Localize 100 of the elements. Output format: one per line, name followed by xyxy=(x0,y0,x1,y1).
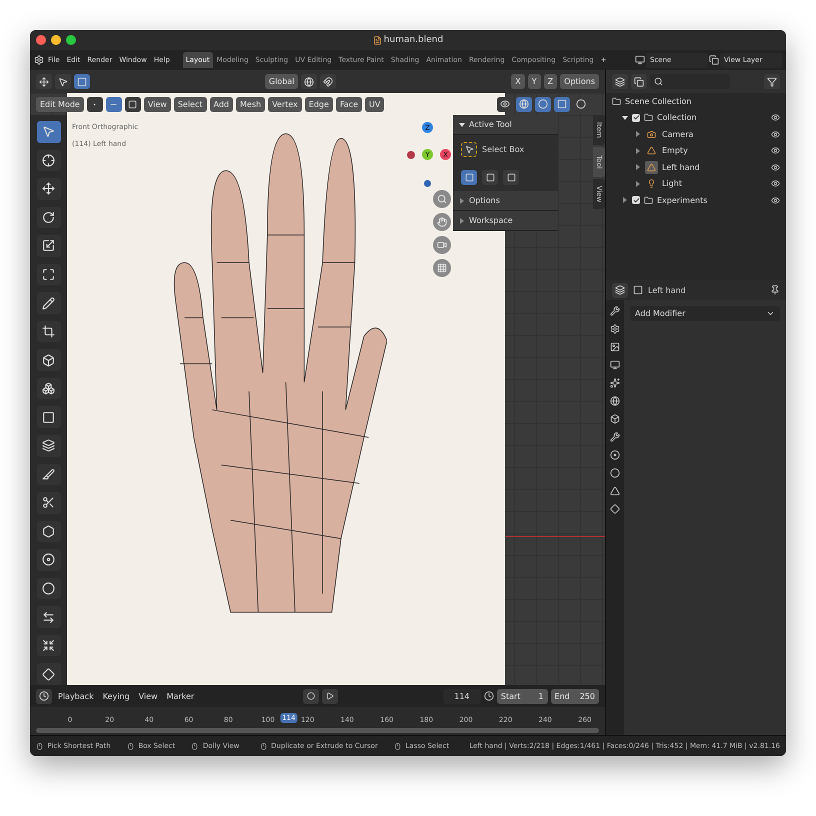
outliner-item[interactable]: Light xyxy=(662,179,767,188)
current-frame-field[interactable]: 114 xyxy=(442,688,481,704)
outliner-item[interactable]: Empty xyxy=(662,146,767,156)
checkbox[interactable] xyxy=(632,114,640,122)
viewport-menu[interactable]: Edge xyxy=(304,96,333,112)
mouse-icon xyxy=(260,742,268,750)
visibility-icon[interactable] xyxy=(771,113,780,122)
move-tool-icon xyxy=(42,182,55,196)
checkbox[interactable] xyxy=(632,196,640,204)
edge-slide-tool-button[interactable] xyxy=(36,606,60,628)
layers-icon xyxy=(615,76,625,86)
visibility-icon[interactable] xyxy=(771,179,780,188)
panel-header[interactable]: Options xyxy=(453,191,558,211)
outliner-item[interactable]: Scene Collection xyxy=(625,96,780,106)
timeline-scrollbar[interactable] xyxy=(36,728,599,733)
select-tool-button[interactable] xyxy=(55,74,71,89)
viewport-menu[interactable]: View xyxy=(144,96,171,112)
mirror-axis-toggle[interactable]: X xyxy=(511,74,525,89)
display-mode-button[interactable] xyxy=(631,74,647,89)
outliner-item[interactable]: Left hand xyxy=(662,162,767,172)
orientation-dropdown[interactable]: Global xyxy=(264,74,298,89)
select-mode-button[interactable] xyxy=(74,74,90,89)
timeline-menu[interactable]: Keying xyxy=(100,692,133,700)
expand-toggle[interactable] xyxy=(636,148,640,154)
snap-button[interactable] xyxy=(320,74,336,89)
tool-icon[interactable] xyxy=(610,306,620,316)
cursor-tool-button[interactable] xyxy=(36,150,60,172)
visibility-icon[interactable] xyxy=(771,130,780,139)
close-button[interactable] xyxy=(36,35,46,45)
pointer-icon xyxy=(58,76,68,86)
visibility-icon[interactable] xyxy=(771,146,780,156)
circle-icon xyxy=(538,99,548,109)
outliner-item[interactable]: Collection xyxy=(657,113,767,122)
visibility-button[interactable] xyxy=(497,96,513,112)
search-icon xyxy=(437,194,447,204)
expand-toggle[interactable] xyxy=(636,180,640,187)
transform-tool-icon xyxy=(42,268,55,281)
play-icon xyxy=(326,692,334,700)
xray-button[interactable] xyxy=(554,96,570,112)
collection-icon xyxy=(612,96,621,106)
timeline-menu[interactable]: View xyxy=(136,692,161,700)
collection-icon xyxy=(644,113,653,122)
transform-tool-button[interactable] xyxy=(36,264,60,286)
annotate-tool-button[interactable] xyxy=(36,292,60,314)
select-tool-button[interactable] xyxy=(36,121,60,143)
editor-type-button[interactable] xyxy=(36,74,52,89)
panel-header[interactable]: Active Tool xyxy=(453,115,558,135)
knife-tool-button[interactable] xyxy=(36,492,60,514)
timeline-menu[interactable]: Playback xyxy=(55,692,97,700)
select-mode-button[interactable] xyxy=(482,170,498,184)
modifier-icon[interactable] xyxy=(610,432,620,442)
select-mode-button[interactable] xyxy=(503,170,519,184)
viewport-menu[interactable]: UV xyxy=(365,96,384,112)
editor-type-button[interactable] xyxy=(612,282,628,298)
viewport-menu[interactable]: Vertex xyxy=(268,96,302,112)
expand-toggle[interactable] xyxy=(623,197,627,204)
mouse-icon xyxy=(36,742,44,750)
collection-icon xyxy=(644,196,653,205)
scale-tool-button[interactable] xyxy=(36,235,60,257)
shrink-tool-button[interactable] xyxy=(36,634,60,656)
expand-toggle[interactable] xyxy=(636,131,640,138)
expand-toggle[interactable] xyxy=(636,164,640,170)
move-tool-button[interactable] xyxy=(36,178,60,200)
viewport-menu[interactable]: Mesh xyxy=(236,96,266,112)
mirror-axis-toggle[interactable]: Y xyxy=(528,74,541,89)
start-frame-field[interactable]: Start 1 xyxy=(496,688,548,704)
outliner-item[interactable]: Camera xyxy=(662,130,767,139)
mirror-axis-toggle[interactable]: Z xyxy=(544,74,558,89)
filter-button[interactable] xyxy=(764,74,780,89)
editor-type-button[interactable] xyxy=(36,688,52,704)
add-modifier-dropdown[interactable]: Add Modifier xyxy=(630,306,780,321)
visibility-icon[interactable] xyxy=(771,196,780,205)
end-frame-field[interactable]: End 250 xyxy=(550,688,599,704)
rotate-tool-button[interactable] xyxy=(36,206,60,228)
grid-icon xyxy=(437,263,447,273)
pivot-button[interactable] xyxy=(301,74,318,89)
record-button[interactable] xyxy=(302,688,319,704)
object-icon[interactable] xyxy=(610,414,620,424)
pin-icon[interactable] xyxy=(770,285,780,295)
outliner-item[interactable]: Experiments xyxy=(657,196,767,205)
editor-type-button[interactable] xyxy=(612,74,628,89)
cube-tool-button[interactable] xyxy=(36,349,60,371)
minimize-button[interactable] xyxy=(51,35,61,45)
scale-tool-icon xyxy=(42,239,55,252)
search-field[interactable] xyxy=(650,74,730,89)
select-mode-button[interactable] xyxy=(461,170,477,184)
mode-dropdown[interactable]: Edit Mode xyxy=(36,96,84,112)
options-dropdown[interactable]: Options xyxy=(560,74,600,89)
overlay-button[interactable] xyxy=(535,96,551,112)
eye-icon xyxy=(500,99,510,109)
viewport-menu[interactable]: Select xyxy=(174,96,207,112)
world-icon[interactable] xyxy=(610,396,620,406)
timeline-menu[interactable]: Marker xyxy=(164,692,198,700)
poly-build-tool-button[interactable] xyxy=(36,520,60,542)
visibility-icon[interactable] xyxy=(771,162,780,172)
zoom-button[interactable] xyxy=(66,35,76,45)
play-button[interactable] xyxy=(322,688,338,704)
panel-header[interactable]: Workspace xyxy=(453,211,558,231)
gizmo-button[interactable] xyxy=(516,96,532,112)
square-icon xyxy=(464,172,474,182)
